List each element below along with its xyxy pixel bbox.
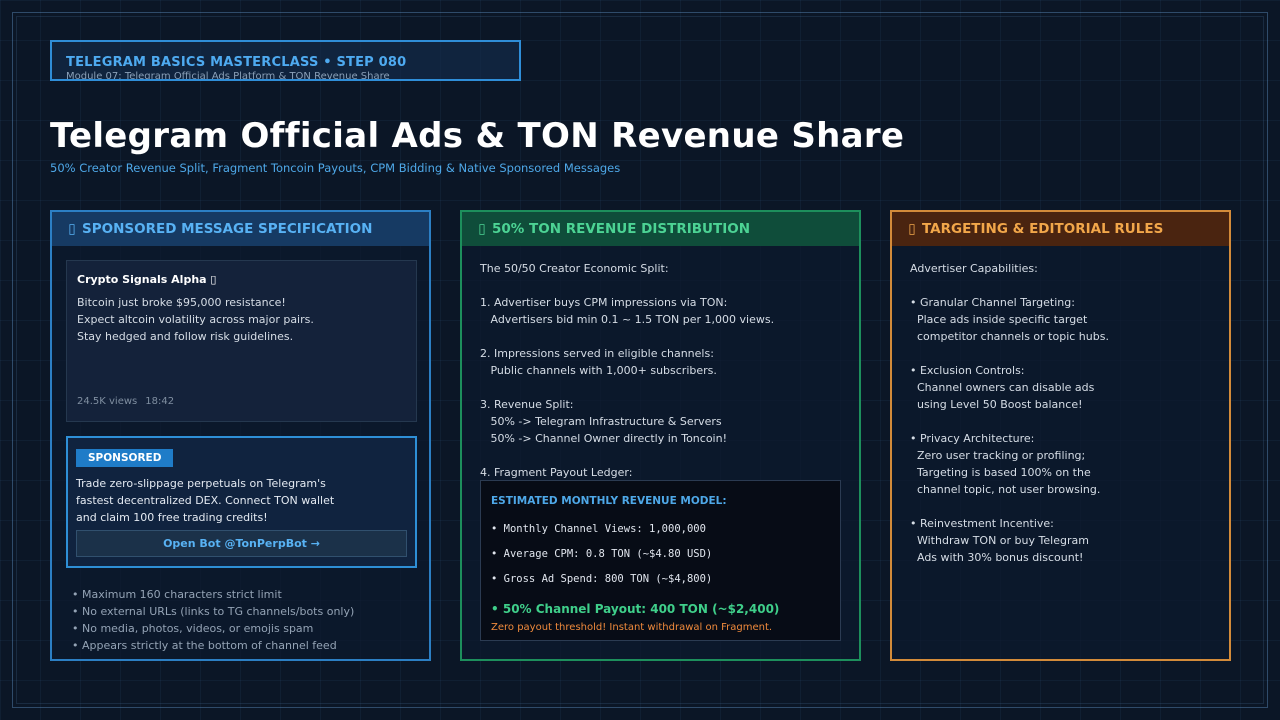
text-line: 2. Impressions served in eligible channe…: [480, 347, 714, 360]
text-line: 4. Fragment Payout Ledger:: [480, 466, 633, 479]
message-meta: 24.5K views 18:42: [77, 396, 182, 407]
channel-message-card: Crypto Signals Alpha ▯ Bitcoin just brok…: [66, 260, 417, 422]
text-line: [480, 328, 774, 345]
revenue-model-box: ESTIMATED MONTHLY REVENUE MODEL: • Month…: [480, 480, 841, 641]
text-line: Withdraw TON or buy Telegram: [910, 534, 1089, 547]
message-line: Stay hedged and follow risk guidelines.: [77, 330, 294, 343]
text-line: [910, 345, 1109, 362]
text-line: • Reinvestment Incentive:: [910, 517, 1054, 530]
module-label: Module 07: Telegram Official Ads Platfor…: [66, 71, 390, 81]
model-item: • Monthly Channel Views: 1,000,000: [491, 523, 706, 535]
target-icon: ▯: [908, 221, 916, 237]
model-title: ESTIMATED MONTHLY REVENUE MODEL:: [491, 495, 727, 507]
verified-icon: ▯: [210, 273, 217, 286]
list-item: • No external URLs (links to TG channels…: [72, 605, 355, 618]
open-bot-button[interactable]: Open Bot @TonPerpBot →: [76, 530, 407, 557]
page-subtitle: 50% Creator Revenue Split, Fragment Tonc…: [50, 161, 621, 175]
message-views: 24.5K views: [77, 396, 138, 407]
step-header-box: TELEGRAM BASICS MASTERCLASS • STEP 080 M…: [50, 40, 521, 81]
megaphone-icon: ▯: [68, 221, 76, 237]
model-item: • Gross Ad Spend: 800 TON (~$4,800): [491, 573, 713, 585]
revenue-header: ▯ 50% TON REVENUE DISTRIBUTION: [462, 212, 859, 246]
text-line: Advertiser Capabilities:: [910, 262, 1038, 275]
text-line: [480, 447, 774, 464]
revenue-title: 50% TON REVENUE DISTRIBUTION: [492, 221, 751, 237]
text-line: Advertisers bid min 0.1 ~ 1.5 TON per 1,…: [480, 313, 775, 326]
targeting-panel: ▯ TARGETING & EDITORIAL RULES Advertiser …: [890, 210, 1231, 661]
sponsored-badge: SPONSORED: [76, 449, 174, 467]
sponsored-line: Trade zero-slippage perpetuals on Telegr…: [76, 477, 326, 490]
sponsored-spec-header: ▯ SPONSORED MESSAGE SPECIFICATION: [52, 212, 429, 246]
text-line: Channel owners can disable ads: [910, 381, 1095, 394]
text-line: 1. Advertiser buys CPM impressions via T…: [480, 296, 728, 309]
text-line: [910, 413, 1109, 430]
text-line: [480, 379, 774, 396]
coin-icon: ▯: [478, 221, 486, 237]
text-line: 50% -> Channel Owner directly in Toncoin…: [480, 432, 727, 445]
text-line: Ads with 30% bonus discount!: [910, 551, 1084, 564]
text-line: Targeting is based 100% on the: [910, 466, 1091, 479]
text-line: • Exclusion Controls:: [910, 364, 1025, 377]
targeting-title: TARGETING & EDITORIAL RULES: [922, 221, 1164, 237]
message-line: Bitcoin just broke $95,000 resistance!: [77, 296, 286, 309]
step-label: TELEGRAM BASICS MASTERCLASS • STEP 080: [66, 55, 407, 70]
spec-rules-list: • Maximum 160 characters strict limit • …: [72, 586, 354, 654]
sponsored-line: and claim 100 free trading credits!: [76, 511, 268, 524]
text-line: Zero user tracking or profiling;: [910, 449, 1086, 462]
text-line: 3. Revenue Split:: [480, 398, 574, 411]
sponsored-spec-panel: ▯ SPONSORED MESSAGE SPECIFICATION Crypto …: [50, 210, 431, 661]
sponsored-spec-title: SPONSORED MESSAGE SPECIFICATION: [82, 221, 373, 237]
text-line: • Granular Channel Targeting:: [910, 296, 1075, 309]
sponsored-message: SPONSORED Trade zero-slippage perpetuals…: [66, 436, 417, 568]
sponsored-line: fastest decentralized DEX. Connect TON w…: [76, 494, 335, 507]
channel-name: Crypto Signals Alpha ▯: [77, 273, 217, 286]
text-line: using Level 50 Boost balance!: [910, 398, 1083, 411]
text-line: channel topic, not user browsing.: [910, 483, 1101, 496]
targeting-header: ▯ TARGETING & EDITORIAL RULES: [892, 212, 1229, 246]
revenue-text: The 50/50 Creator Economic Split: 1. Adv…: [480, 260, 774, 481]
model-note: Zero payout threshold! Instant withdrawa…: [491, 622, 773, 633]
text-line: The 50/50 Creator Economic Split:: [480, 262, 669, 275]
text-line: competitor channels or topic hubs.: [910, 330, 1109, 343]
text-line: Public channels with 1,000+ subscribers.: [480, 364, 717, 377]
model-payout: • 50% Channel Payout: 400 TON (~$2,400): [491, 602, 780, 616]
page-title: Telegram Official Ads & TON Revenue Shar…: [50, 116, 905, 156]
text-line: Place ads inside specific target: [910, 313, 1088, 326]
list-item: • No media, photos, videos, or emojis sp…: [72, 622, 314, 635]
text-line: [480, 277, 774, 294]
list-item: • Maximum 160 characters strict limit: [72, 588, 282, 601]
message-time: 18:42: [145, 396, 175, 407]
revenue-distribution-panel: ▯ 50% TON REVENUE DISTRIBUTION The 50/50 …: [460, 210, 861, 661]
message-line: Expect altcoin volatility across major p…: [77, 313, 314, 326]
text-line: • Privacy Architecture:: [910, 432, 1035, 445]
targeting-text: Advertiser Capabilities: • Granular Chan…: [910, 260, 1109, 566]
text-line: [910, 277, 1109, 294]
text-line: [910, 498, 1109, 515]
model-item: • Average CPM: 0.8 TON (~$4.80 USD): [491, 548, 713, 560]
list-item: • Appears strictly at the bottom of chan…: [72, 639, 337, 652]
text-line: 50% -> Telegram Infrastructure & Servers: [480, 415, 722, 428]
